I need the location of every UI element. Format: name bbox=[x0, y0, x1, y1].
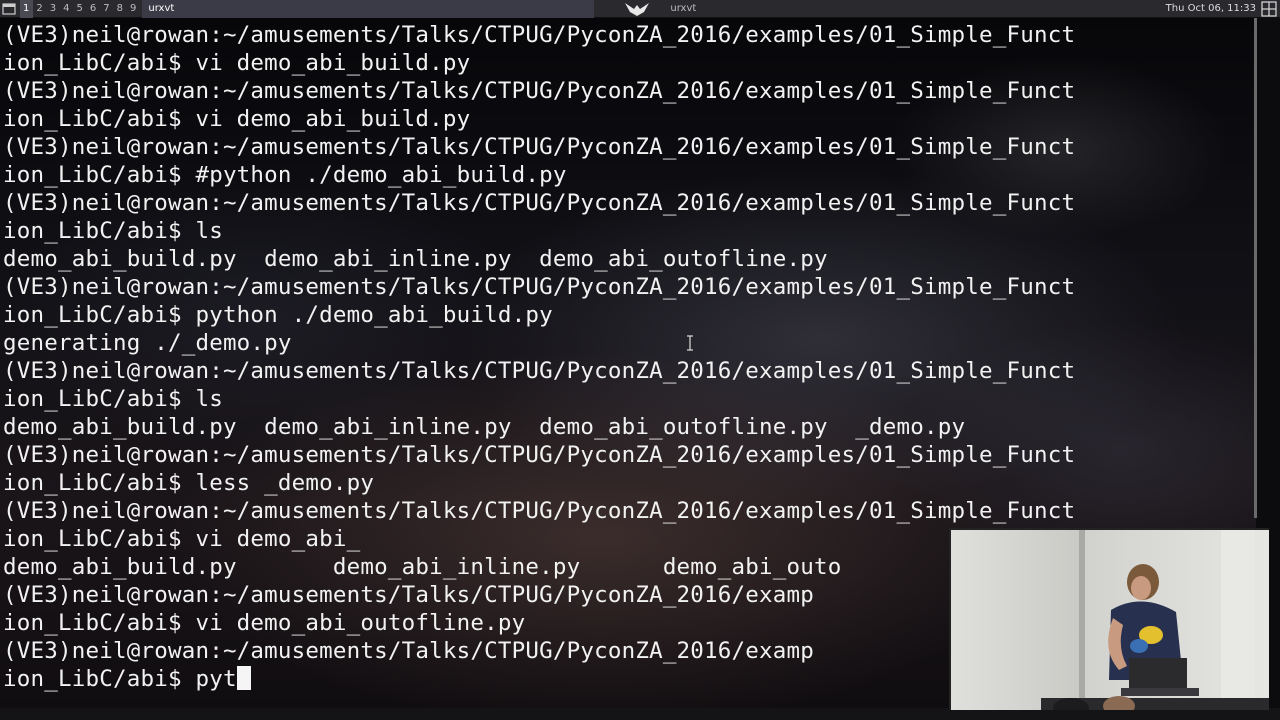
terminal-line: (VE3)neil@rowan:~/amusements/Talks/CTPUG… bbox=[3, 190, 1076, 216]
task-urxvt-active[interactable]: urxvt bbox=[142, 0, 595, 18]
terminal-line: (VE3)neil@rowan:~/amusements/Talks/CTPUG… bbox=[3, 582, 815, 608]
scrollbar-thumb[interactable] bbox=[1254, 18, 1257, 518]
terminal-line: ion_LibC/abi$ ls bbox=[3, 218, 223, 244]
wm-logo-icon bbox=[625, 3, 649, 16]
workspace-5[interactable]: 5 bbox=[74, 0, 87, 18]
terminal-line: (VE3)neil@rowan:~/amusements/Talks/CTPUG… bbox=[3, 498, 1076, 524]
top-panel: 1 2 3 4 5 6 7 8 9 urxvt urxvt Thu Oct 06… bbox=[0, 0, 1280, 18]
terminal-line: ion_LibC/abi$ #python ./demo_abi_build.p… bbox=[3, 162, 567, 188]
text-cursor bbox=[236, 666, 251, 690]
workspace-9[interactable]: 9 bbox=[127, 0, 140, 18]
terminal-line: (VE3)neil@rowan:~/amusements/Talks/CTPUG… bbox=[3, 22, 1076, 48]
terminal-line: (VE3)neil@rowan:~/amusements/Talks/CTPUG… bbox=[3, 134, 1076, 160]
terminal-line: demo_abi_build.py demo_abi_inline.py dem… bbox=[3, 414, 966, 440]
terminal-line: ion_LibC/abi$ vi demo_abi_build.py bbox=[3, 50, 471, 76]
terminal-line: (VE3)neil@rowan:~/amusements/Talks/CTPUG… bbox=[3, 78, 1076, 104]
speaker-figure bbox=[1041, 564, 1269, 710]
window-menu-icon[interactable] bbox=[2, 2, 16, 16]
workspace-2[interactable]: 2 bbox=[33, 0, 46, 18]
terminal-line: ion_LibC/abi$ ls bbox=[3, 386, 223, 412]
workspace-4[interactable]: 4 bbox=[60, 0, 73, 18]
terminal-prompt-text: ion_LibC/abi$ pyt bbox=[3, 666, 237, 692]
terminal-line: generating ./_demo.py bbox=[3, 330, 292, 356]
workspace-1[interactable]: 1 bbox=[20, 0, 34, 18]
terminal-line: (VE3)neil@rowan:~/amusements/Talks/CTPUG… bbox=[3, 274, 1076, 300]
terminal-line: ion_LibC/abi$ vi demo_abi_outofline.py bbox=[3, 610, 526, 636]
speaker-video-overlay bbox=[949, 528, 1269, 710]
layout-grid-icon[interactable] bbox=[1261, 1, 1277, 17]
workspace-6[interactable]: 6 bbox=[87, 0, 100, 18]
terminal-line: (VE3)neil@rowan:~/amusements/Talks/CTPUG… bbox=[3, 442, 1076, 468]
workspace-3[interactable]: 3 bbox=[47, 0, 60, 18]
terminal-line: demo_abi_build.py demo_abi_inline.py dem… bbox=[3, 554, 842, 580]
terminal-line: ion_LibC/abi$ vi demo_abi_build.py bbox=[3, 106, 471, 132]
task-urxvt-inactive[interactable]: urxvt bbox=[664, 0, 702, 18]
terminal-line: ion_LibC/abi$ vi demo_abi_ bbox=[3, 526, 361, 552]
workspace-7[interactable]: 7 bbox=[100, 0, 113, 18]
terminal-line: (VE3)neil@rowan:~/amusements/Talks/CTPUG… bbox=[3, 638, 815, 664]
terminal-prompt-line: ion_LibC/abi$ pyt bbox=[3, 665, 251, 693]
panel-clock: Thu Oct 06, 11:33 bbox=[1165, 3, 1256, 14]
workspace-8[interactable]: 8 bbox=[114, 0, 127, 18]
terminal-line: demo_abi_build.py demo_abi_inline.py dem… bbox=[3, 246, 828, 272]
ibeam-cursor-icon bbox=[687, 335, 693, 351]
terminal-line: ion_LibC/abi$ less _demo.py bbox=[3, 470, 375, 496]
terminal-line: ion_LibC/abi$ python ./demo_abi_build.py bbox=[3, 302, 553, 328]
terminal-line: (VE3)neil@rowan:~/amusements/Talks/CTPUG… bbox=[3, 358, 1076, 384]
